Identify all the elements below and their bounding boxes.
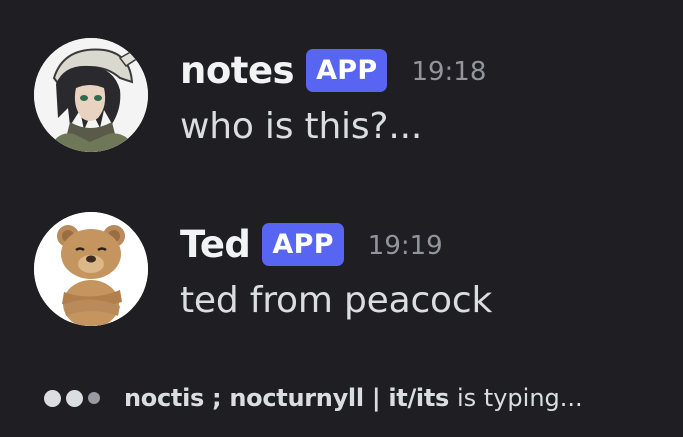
typing-dot	[66, 389, 83, 407]
message-content: who is this?...	[180, 106, 423, 147]
app-badge: APP	[306, 48, 388, 92]
typing-dot	[88, 392, 100, 404]
app-badge: APP	[262, 222, 344, 266]
typing-text: is typing...	[457, 384, 583, 412]
avatar[interactable]	[34, 38, 148, 152]
chat-view: notes APP 19:18 who is this?... Ted APP …	[0, 0, 683, 437]
timestamp: 19:19	[367, 231, 443, 261]
anime-character-avatar-icon	[34, 38, 148, 152]
typing-indicator: noctis ; nocturnyll | it/its is typing..…	[44, 378, 583, 418]
teddy-bear-avatar-icon	[34, 212, 148, 326]
typing-dots-icon	[44, 389, 124, 407]
message-content: ted from peacock	[180, 280, 493, 321]
username[interactable]: Ted	[180, 223, 251, 266]
message-header: notes APP 19:18	[180, 44, 486, 96]
timestamp: 19:18	[411, 57, 487, 87]
message-header: Ted APP 19:19	[180, 218, 443, 270]
avatar[interactable]	[34, 212, 148, 326]
username[interactable]: notes	[180, 49, 295, 92]
typing-user-name: noctis ; nocturnyll | it/its	[124, 384, 449, 412]
typing-dot	[44, 389, 61, 407]
